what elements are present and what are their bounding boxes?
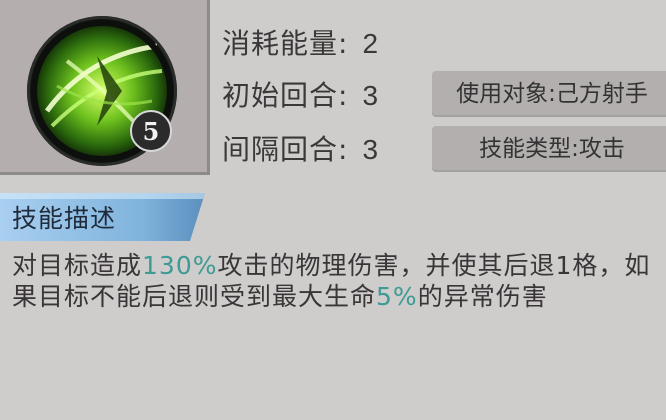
interval-round-value: 3	[362, 134, 380, 165]
description-title: 技能描述	[12, 204, 117, 233]
target-tag: 使用对象:己方射手	[432, 71, 666, 117]
initial-round-value: 3	[362, 80, 380, 111]
interval-round-label: 间隔回合:	[222, 133, 349, 166]
skill-description: 对目标造成130%攻击的物理伤害，并使其后退1格，如果目标不能后退则受到最大生命…	[12, 250, 652, 312]
description-header: 技能描述	[0, 193, 205, 241]
skill-level-badge: 5	[130, 110, 172, 152]
initial-round-label: 初始回合:	[222, 79, 349, 112]
description-text: 的异常伤害	[417, 282, 548, 311]
skill-icon-panel: 5	[0, 0, 210, 175]
damage-percent: 130%	[142, 251, 218, 280]
interval-round-row: 间隔回合: 3	[222, 128, 379, 168]
energy-cost-value: 2	[362, 28, 380, 59]
energy-cost-label: 消耗能量:	[222, 27, 349, 60]
max-hp-percent: 5%	[376, 282, 418, 311]
skill-type-tag: 技能类型:攻击	[432, 126, 666, 172]
energy-cost-row: 消耗能量: 2	[222, 22, 379, 62]
initial-round-row: 初始回合: 3	[222, 74, 379, 114]
description-text: 对目标造成	[12, 251, 143, 280]
